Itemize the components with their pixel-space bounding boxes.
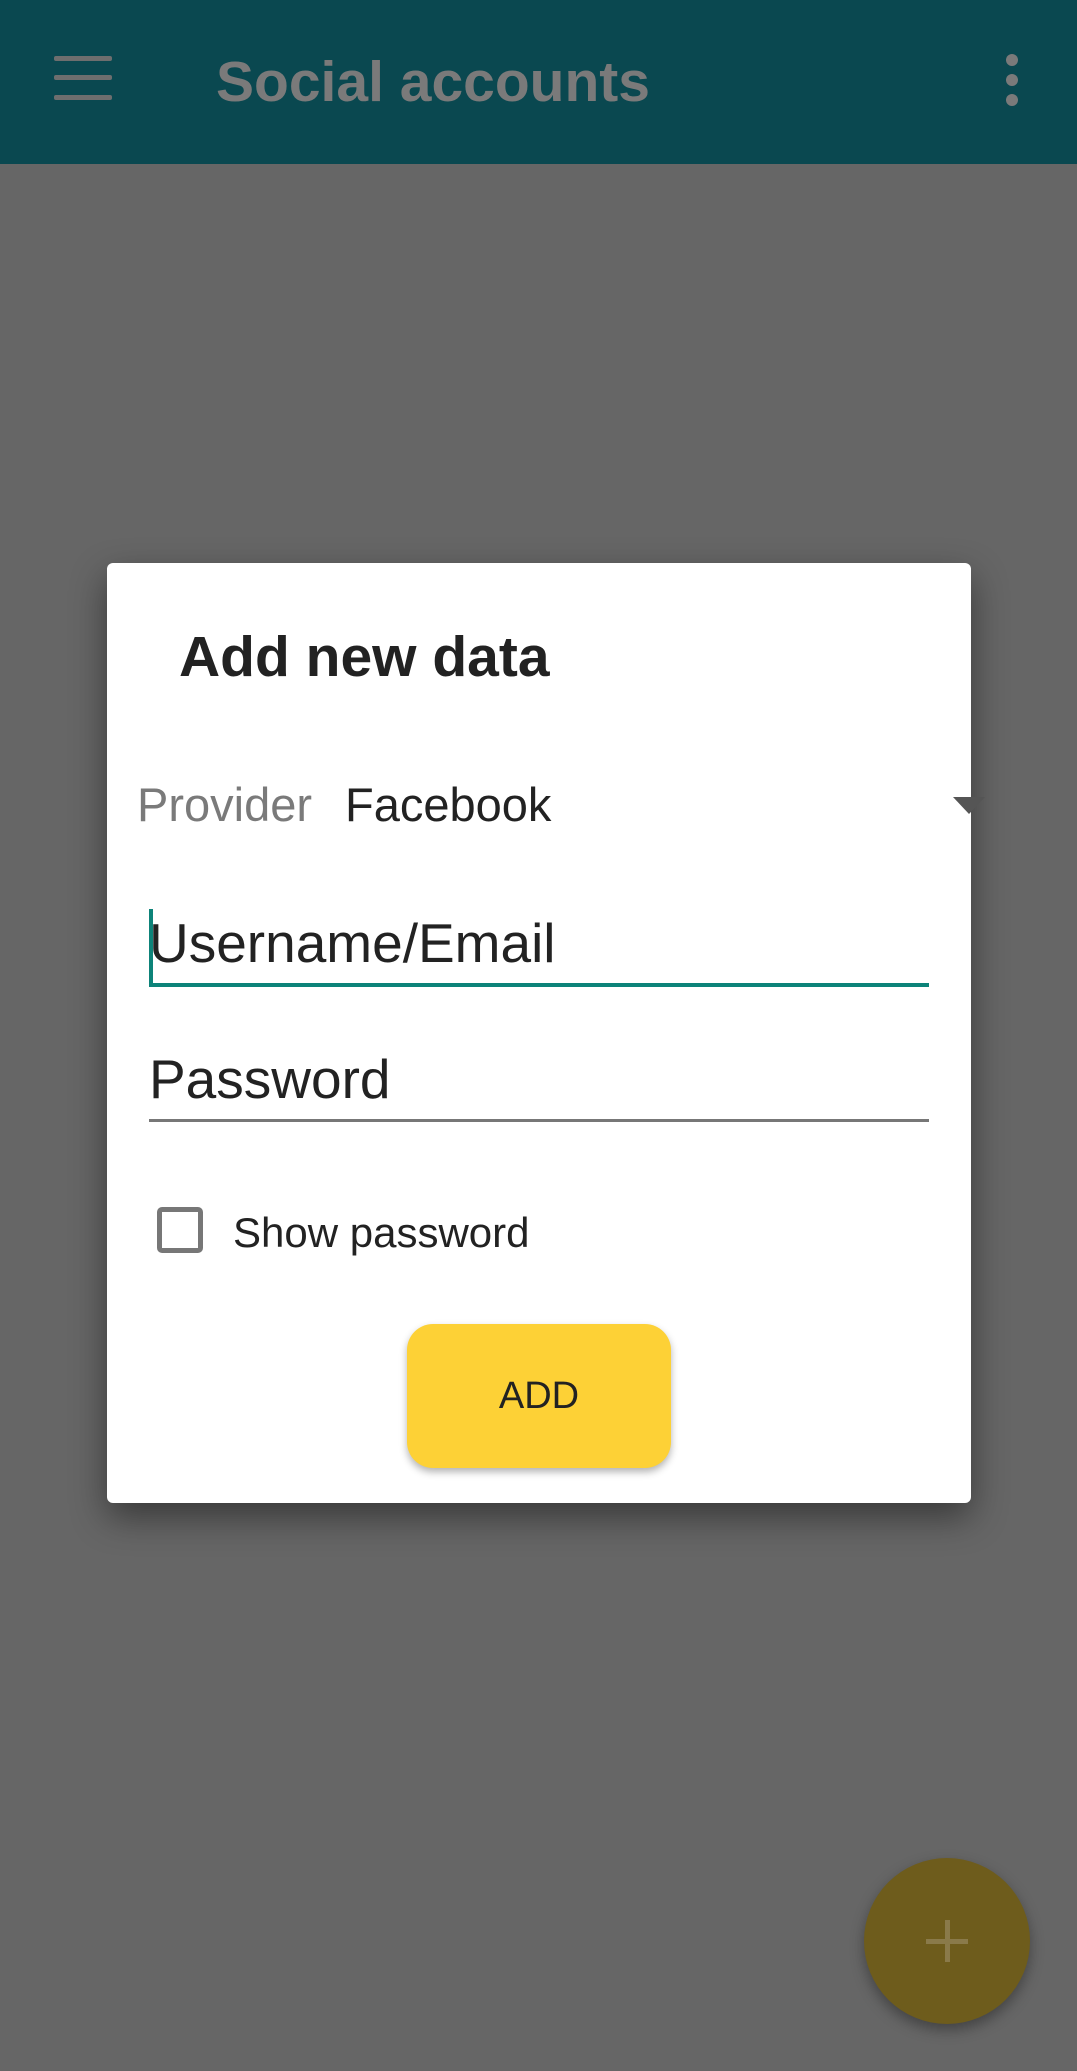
add-data-dialog: Add new data Provider Facebook Show pass… xyxy=(107,563,985,1503)
show-password-checkbox[interactable] xyxy=(157,1207,203,1253)
show-password-label: Show password xyxy=(233,1209,530,1256)
password-field-container xyxy=(149,1039,929,1122)
provider-label: Provider xyxy=(137,778,313,831)
username-email-input[interactable] xyxy=(149,903,929,983)
text-cursor xyxy=(149,909,153,983)
username-field-container xyxy=(149,903,929,987)
provider-selected-value: Facebook xyxy=(345,778,552,831)
add-fab-button[interactable] xyxy=(864,1858,1030,2024)
provider-dropdown[interactable]: Facebook xyxy=(337,759,1007,851)
hamburger-menu-icon[interactable] xyxy=(54,56,112,100)
dropdown-arrow-icon xyxy=(953,797,985,814)
password-input[interactable] xyxy=(149,1039,929,1119)
show-password-row[interactable]: Show password xyxy=(157,1203,657,1263)
dialog-title: Add new data xyxy=(179,625,550,689)
add-button[interactable]: ADD xyxy=(407,1324,671,1468)
more-vert-icon[interactable] xyxy=(1003,54,1021,106)
app-bar-title: Social accounts xyxy=(216,50,650,114)
app-bar: Social accounts xyxy=(0,0,1077,164)
